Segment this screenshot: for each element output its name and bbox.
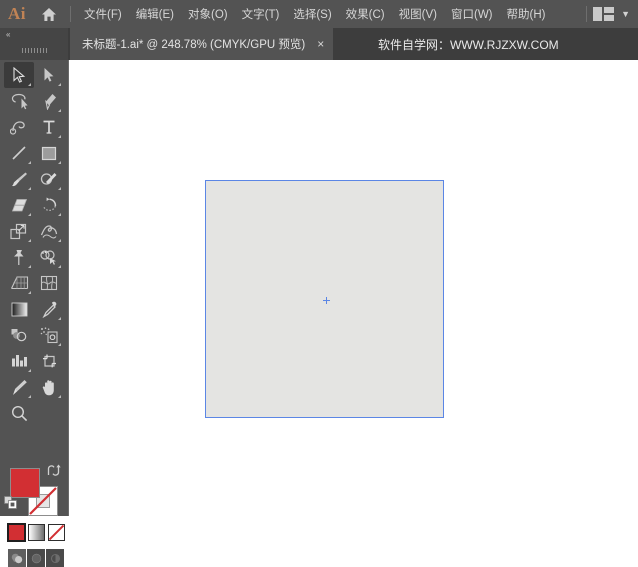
draw-behind-button[interactable] xyxy=(27,549,45,567)
menu-effect[interactable]: 效果(C) xyxy=(339,2,392,26)
watermark-text: 软件自学网：WWW.RJZXW.COM xyxy=(378,37,559,52)
chevron-down-icon[interactable]: ▼ xyxy=(621,9,630,19)
workspace-switcher-icon[interactable] xyxy=(593,7,615,21)
menu-view[interactable]: 视图(V) xyxy=(392,2,444,26)
zoom-tool[interactable] xyxy=(4,400,34,426)
toolbar-canvas-divider xyxy=(68,60,69,516)
canvas-area[interactable] xyxy=(68,60,638,516)
shape-builder-tool[interactable] xyxy=(34,244,64,270)
artboard-center-marker xyxy=(323,297,330,304)
flyout-indicator xyxy=(58,187,61,190)
column-graph-tool[interactable] xyxy=(4,348,34,374)
gradient-tool[interactable] xyxy=(4,296,34,322)
artboard-tool[interactable] xyxy=(34,348,64,374)
color-mode-button[interactable] xyxy=(7,523,26,542)
lasso-tool[interactable] xyxy=(4,88,34,114)
gradient-mode-button[interactable] xyxy=(28,524,45,541)
fill-mode-buttons xyxy=(7,523,65,542)
line-segment-tool[interactable] xyxy=(4,140,34,166)
flyout-indicator xyxy=(58,213,61,216)
toolbar-header: « xyxy=(0,28,68,60)
flyout-indicator xyxy=(58,161,61,164)
flyout-indicator xyxy=(28,83,31,86)
menu-object[interactable]: 对象(O) xyxy=(181,2,235,26)
slice-tool[interactable] xyxy=(4,374,34,400)
flyout-indicator xyxy=(28,291,31,294)
flyout-indicator xyxy=(58,343,61,346)
tools-panel xyxy=(0,60,68,567)
menu-divider-right xyxy=(586,6,588,22)
swap-fill-stroke-icon[interactable] xyxy=(47,464,61,482)
menu-bar: Ai 文件(F) 编辑(E) 对象(O) 文字(T) 选择(S) 效果(C) 视… xyxy=(0,0,638,28)
flyout-indicator xyxy=(58,265,61,268)
rotate-tool[interactable] xyxy=(34,192,64,218)
flyout-indicator xyxy=(58,135,61,138)
drawing-mode-buttons xyxy=(8,549,64,567)
none-mode-button[interactable] xyxy=(48,524,65,541)
shaper-tool[interactable] xyxy=(34,166,64,192)
flyout-indicator xyxy=(58,239,61,242)
flyout-indicator xyxy=(28,239,31,242)
flyout-indicator xyxy=(28,213,31,216)
menu-edit[interactable]: 编辑(E) xyxy=(129,2,181,26)
mesh-tool[interactable] xyxy=(34,270,64,296)
selection-tool[interactable] xyxy=(4,62,34,88)
flyout-indicator xyxy=(58,83,61,86)
flyout-indicator xyxy=(58,317,61,320)
menu-select[interactable]: 选择(S) xyxy=(286,2,338,26)
width-tool[interactable] xyxy=(34,218,64,244)
menubar-right-group: ▼ xyxy=(580,0,638,28)
direct-selection-tool[interactable] xyxy=(34,62,64,88)
menu-help[interactable]: 帮助(H) xyxy=(500,2,553,26)
curvature-tool[interactable] xyxy=(4,114,34,140)
document-tab[interactable]: 未标题-1.ai* @ 248.78% (CMYK/GPU 预览) × xyxy=(70,28,334,60)
document-tab-bar: 未标题-1.ai* @ 248.78% (CMYK/GPU 预览) × 软件自学… xyxy=(0,28,638,60)
menu-file[interactable]: 文件(F) xyxy=(77,2,129,26)
menu-type[interactable]: 文字(T) xyxy=(235,2,287,26)
pen-tool[interactable] xyxy=(34,88,64,114)
close-icon[interactable]: × xyxy=(317,38,324,50)
draw-normal-button[interactable] xyxy=(8,549,26,567)
illustrator-window: Ai 文件(F) 编辑(E) 对象(O) 文字(T) 选择(S) 效果(C) 视… xyxy=(0,0,638,567)
default-fill-stroke-icon[interactable] xyxy=(4,496,17,514)
free-transform-tool[interactable] xyxy=(4,244,34,270)
document-tab-label: 未标题-1.ai* @ 248.78% (CMYK/GPU 预览) xyxy=(82,39,306,51)
flyout-indicator xyxy=(28,161,31,164)
perspective-grid-tool[interactable] xyxy=(4,270,34,296)
eyedropper-tool[interactable] xyxy=(34,296,64,322)
tool-grid xyxy=(0,60,68,426)
home-icon[interactable] xyxy=(34,0,64,28)
flyout-indicator xyxy=(58,109,61,112)
flyout-indicator xyxy=(28,187,31,190)
fill-swatch[interactable] xyxy=(10,468,40,498)
flyout-indicator xyxy=(58,395,61,398)
symbol-sprayer-tool[interactable] xyxy=(34,322,64,348)
collapse-panel-icon[interactable]: « xyxy=(6,30,11,39)
menu-divider-left xyxy=(70,6,71,22)
fill-stroke-swatches xyxy=(0,464,68,522)
eraser-tool[interactable] xyxy=(4,192,34,218)
paintbrush-tool[interactable] xyxy=(4,166,34,192)
menu-item-list: 文件(F) 编辑(E) 对象(O) 文字(T) 选择(S) 效果(C) 视图(V… xyxy=(77,2,552,26)
blend-tool[interactable] xyxy=(4,322,34,348)
hand-tool[interactable] xyxy=(34,374,64,400)
type-tool[interactable] xyxy=(34,114,64,140)
scale-tool[interactable] xyxy=(4,218,34,244)
flyout-indicator xyxy=(28,395,31,398)
ai-logo: Ai xyxy=(8,4,26,23)
toolbar-drag-handle[interactable] xyxy=(22,48,48,53)
rectangle-tool[interactable] xyxy=(34,140,64,166)
menu-window[interactable]: 窗口(W) xyxy=(444,2,500,26)
flyout-indicator xyxy=(28,369,31,372)
draw-inside-button[interactable] xyxy=(46,549,64,567)
flyout-indicator xyxy=(28,265,31,268)
